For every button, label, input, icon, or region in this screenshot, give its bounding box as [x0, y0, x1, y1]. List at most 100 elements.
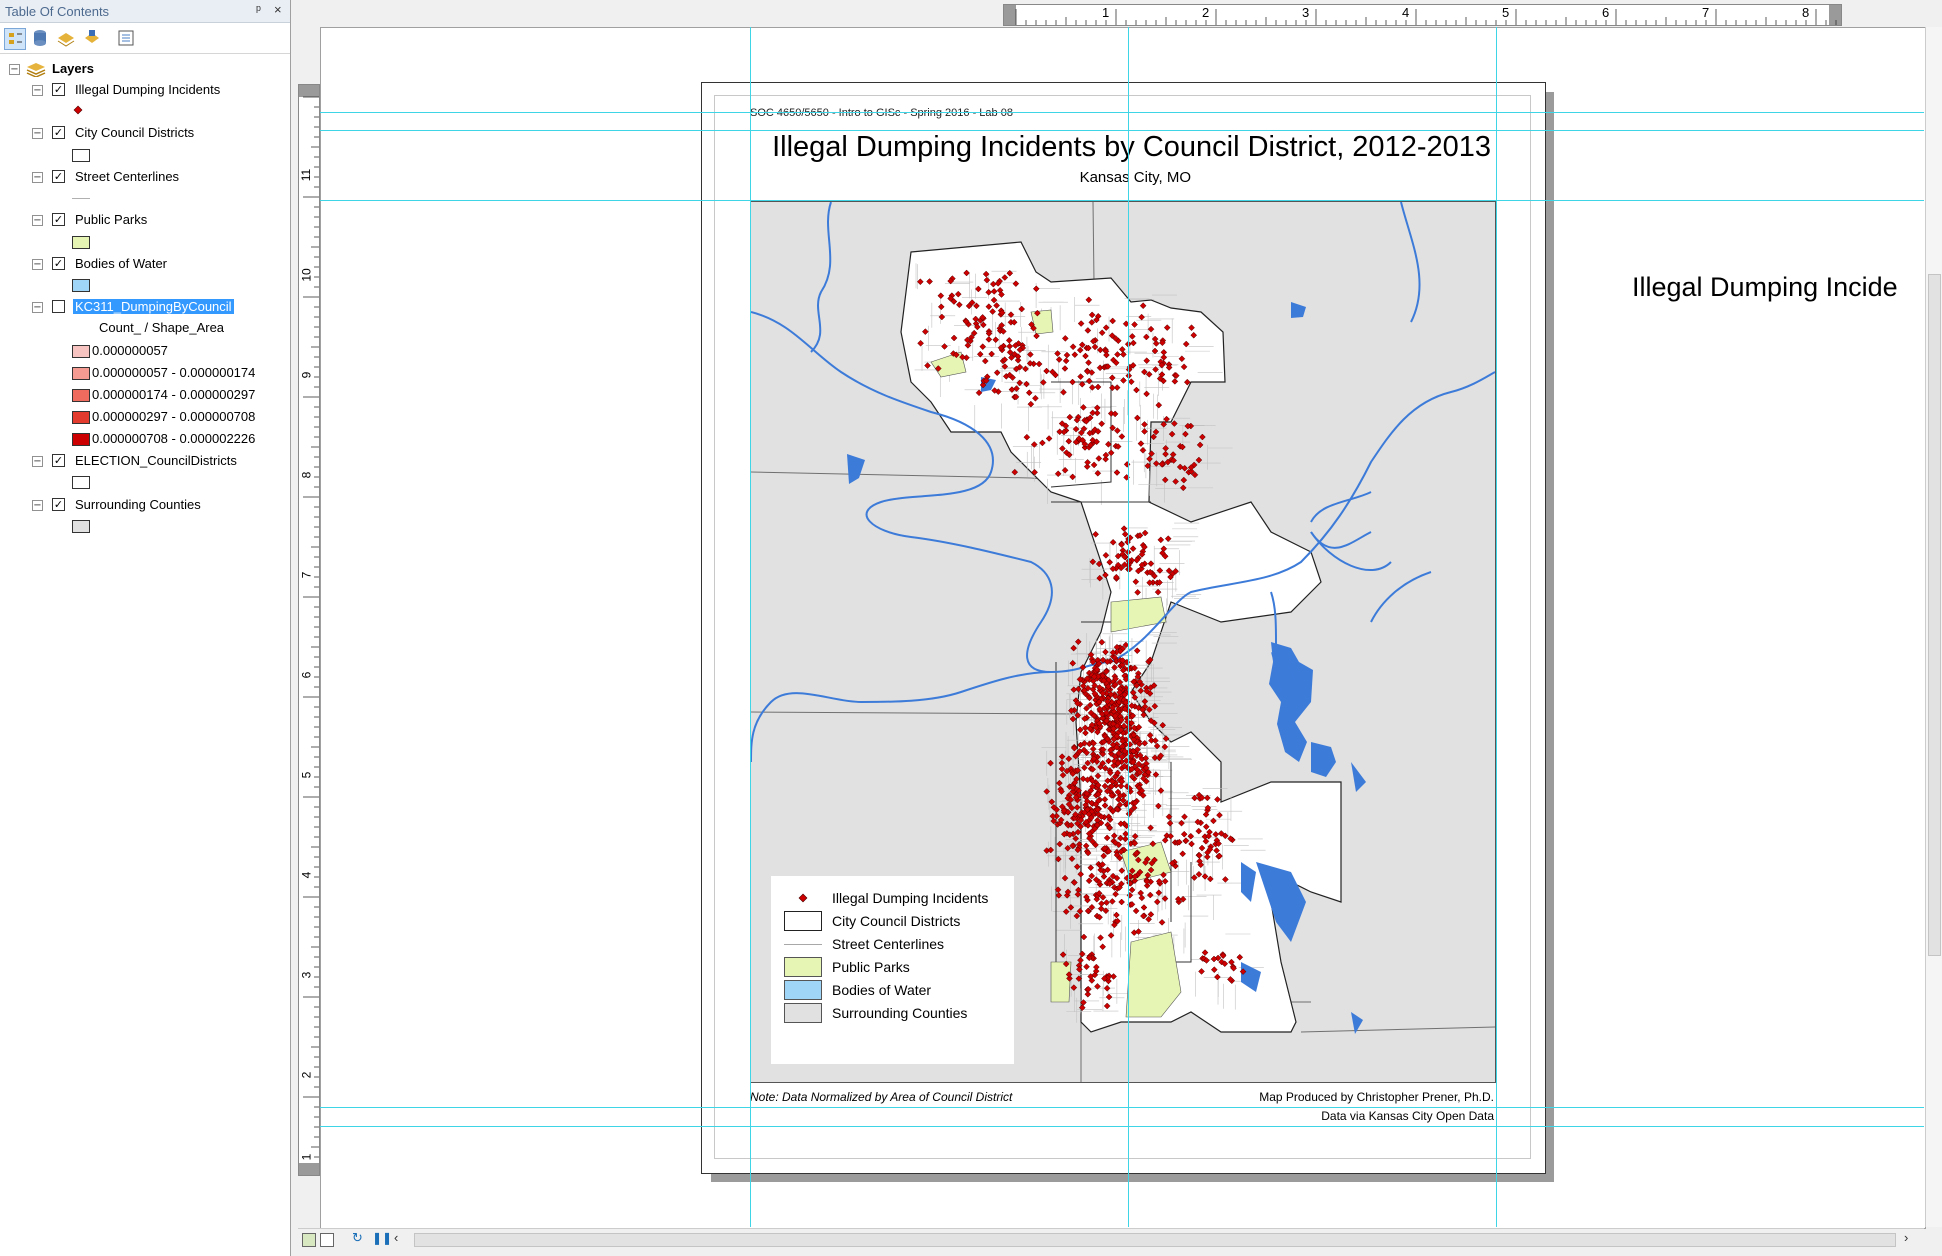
- incident-point: [1070, 686, 1078, 694]
- incident-point: [1161, 476, 1169, 484]
- incident-point-symbol: [73, 105, 83, 115]
- legend-label: Street Centerlines: [832, 936, 945, 952]
- horizontal-guide[interactable]: [320, 112, 1924, 113]
- layer-visibility-checkbox[interactable]: ✓: [52, 454, 65, 467]
- layer-visibility-checkbox[interactable]: ✓: [52, 83, 65, 96]
- collapse-icon[interactable]: −: [32, 128, 43, 139]
- scroll-right-icon[interactable]: ›: [1904, 1230, 1908, 1245]
- vertical-guide[interactable]: [1128, 27, 1129, 1227]
- layer-visibility-checkbox[interactable]: [52, 300, 65, 313]
- horizontal-guide[interactable]: [320, 1126, 1924, 1127]
- vertical-scrollbar[interactable]: [1925, 27, 1942, 1227]
- layer-visibility-checkbox[interactable]: ✓: [52, 213, 65, 226]
- toc-layer-bodies-of-water[interactable]: − ✓ Bodies of Water: [0, 255, 290, 275]
- water-symbol: [72, 279, 90, 292]
- map-title[interactable]: Illegal Dumping Incidents by Council Dis…: [702, 131, 1491, 164]
- list-by-source-icon[interactable]: [30, 28, 50, 48]
- horizontal-ruler-labels: 1 2 3 4 5 6 7 8: [1003, 4, 1840, 24]
- pause-icon[interactable]: ❚❚: [372, 1231, 392, 1245]
- incident-point: [1195, 456, 1203, 464]
- toc-layer-election-districts[interactable]: − ✓ ELECTION_CouncilDistricts: [0, 452, 290, 472]
- incident-point: [1047, 759, 1054, 767]
- toc-layer-city-council[interactable]: − ✓ City Council Districts: [0, 124, 290, 144]
- incident-point: [1065, 755, 1073, 763]
- map-credit[interactable]: Map Produced by Christopher Prener, Ph.D…: [1259, 1090, 1494, 1104]
- map-data-source[interactable]: Data via Kansas City Open Data: [1321, 1109, 1494, 1123]
- class-label: 0.000000057 - 0.000000174: [92, 365, 256, 380]
- vertical-guide[interactable]: [1496, 27, 1497, 1227]
- toc-layer-illegal-dumping[interactable]: − ✓ Illegal Dumping Incidents: [0, 81, 290, 101]
- horizontal-guide[interactable]: [320, 1107, 1924, 1108]
- legend-label: City Council Districts: [832, 913, 961, 929]
- layer-name: City Council Districts: [75, 125, 195, 140]
- horizontal-scrollbar-thumb[interactable]: [414, 1233, 1896, 1247]
- collapse-icon[interactable]: −: [32, 215, 43, 226]
- toc-layer-street-centerlines[interactable]: − ✓ Street Centerlines: [0, 168, 290, 188]
- incident-point: [1073, 912, 1081, 920]
- layer-name: Street Centerlines: [75, 169, 180, 184]
- toc-layer-kc311[interactable]: − KC311_DumpingByCouncil: [0, 298, 290, 318]
- legend-box-swatch: [784, 957, 822, 977]
- vertical-guide[interactable]: [750, 27, 751, 1227]
- refresh-icon[interactable]: ↻: [352, 1231, 363, 1246]
- map-note[interactable]: Note: Data Normalized by Area of Council…: [750, 1090, 1012, 1104]
- layer-visibility-checkbox[interactable]: ✓: [52, 170, 65, 183]
- ruler-label: 7: [299, 571, 314, 579]
- classification-field: Count_ / Shape_Area: [99, 320, 225, 335]
- collapse-icon[interactable]: −: [32, 500, 43, 511]
- ruler-label: 4: [1402, 5, 1410, 20]
- layer-visibility-checkbox[interactable]: ✓: [52, 257, 65, 270]
- horizontal-guide[interactable]: [320, 200, 1924, 201]
- incident-point: [1196, 441, 1204, 449]
- incident-point: [1056, 840, 1064, 848]
- collapse-icon[interactable]: −: [32, 302, 43, 313]
- map-subtitle[interactable]: Kansas City, MO: [702, 169, 1191, 186]
- toc-root-layers[interactable]: − Layers: [0, 60, 290, 80]
- legend-box-swatch: [784, 980, 822, 1000]
- status-scroll-bar: ↻ ❚❚ ‹ ›: [298, 1228, 1924, 1251]
- ruler-label: 5: [299, 771, 314, 779]
- pin-icon[interactable]: ᵖ: [256, 2, 261, 17]
- incident-point: [1162, 444, 1170, 452]
- data-view-button[interactable]: [302, 1233, 316, 1247]
- toc-layer-public-parks[interactable]: − ✓ Public Parks: [0, 211, 290, 231]
- map-legend[interactable]: Illegal Dumping Incidents City Council D…: [771, 876, 1014, 1064]
- list-by-visibility-icon[interactable]: [56, 28, 76, 48]
- ruler-label: 3: [1302, 5, 1310, 20]
- ruler-label: 7: [1702, 5, 1710, 20]
- data-frame[interactable]: Illegal Dumping Incidents City Council D…: [750, 201, 1496, 1083]
- incident-point: [1137, 687, 1145, 695]
- list-by-selection-icon[interactable]: [82, 28, 102, 48]
- incident-point: [1058, 753, 1066, 760]
- list-by-drawing-order-icon[interactable]: [4, 28, 26, 50]
- legend-line-swatch: [784, 944, 822, 945]
- scroll-left-icon[interactable]: ‹: [394, 1230, 398, 1245]
- collapse-icon[interactable]: −: [9, 64, 20, 75]
- incident-point: [1070, 984, 1078, 991]
- ruler-label: 4: [299, 871, 314, 879]
- offpage-text-element[interactable]: Illegal Dumping Incide: [1632, 272, 1898, 303]
- close-icon[interactable]: ×: [274, 2, 282, 17]
- incident-point: [1152, 460, 1160, 467]
- collapse-icon[interactable]: −: [32, 172, 43, 183]
- incident-point: [1074, 638, 1082, 646]
- ruler-label: 11: [299, 168, 314, 182]
- collapse-icon[interactable]: −: [32, 259, 43, 270]
- layout-view-button[interactable]: [320, 1233, 334, 1247]
- layer-visibility-checkbox[interactable]: ✓: [52, 126, 65, 139]
- collapse-icon[interactable]: −: [32, 456, 43, 467]
- toc-layer-surrounding-counties[interactable]: − ✓ Surrounding Counties: [0, 496, 290, 516]
- legend-label: Surrounding Counties: [832, 1005, 968, 1021]
- street-line-symbol: [72, 198, 90, 199]
- course-line[interactable]: SOC 4650/5650 - Intro to GISc - Spring 2…: [750, 107, 1013, 119]
- scrollbar-thumb[interactable]: [1928, 274, 1941, 956]
- class-label: 0.000000057: [92, 343, 168, 358]
- options-icon[interactable]: [116, 28, 136, 48]
- layer-name: Bodies of Water: [75, 256, 168, 271]
- incident-point: [1141, 698, 1149, 705]
- layer-visibility-checkbox[interactable]: ✓: [52, 498, 65, 511]
- incident-point: [1172, 478, 1180, 485]
- horizontal-guide[interactable]: [320, 130, 1924, 131]
- collapse-icon[interactable]: −: [32, 85, 43, 96]
- layout-page[interactable]: SOC 4650/5650 - Intro to GISc - Spring 2…: [701, 82, 1546, 1174]
